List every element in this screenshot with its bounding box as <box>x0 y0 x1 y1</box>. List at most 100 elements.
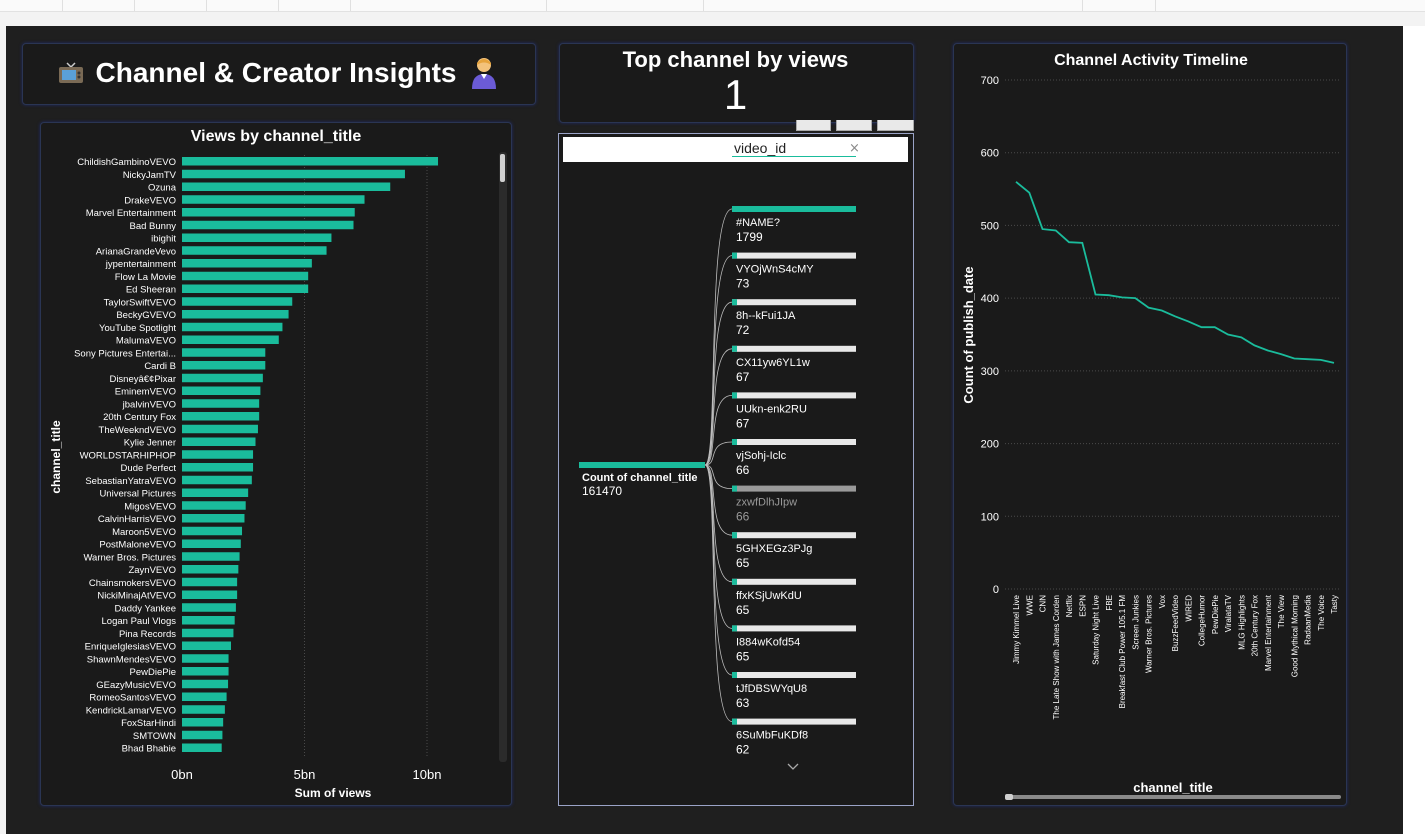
bar-category-label: Maroon5VEVO <box>112 527 176 538</box>
bar[interactable] <box>182 157 439 166</box>
bar[interactable] <box>182 195 365 204</box>
bar[interactable] <box>182 169 405 179</box>
tree-node-bar[interactable] <box>732 439 856 445</box>
bar[interactable] <box>182 628 234 638</box>
tree-node-bar[interactable] <box>732 252 856 259</box>
line-chart-y-tick: 600 <box>981 148 999 160</box>
bar[interactable] <box>182 501 246 510</box>
bar[interactable] <box>182 335 279 345</box>
bar[interactable] <box>182 488 249 498</box>
bar[interactable] <box>182 475 252 485</box>
kpi-title: Top channel by views <box>622 47 849 72</box>
tree-node-value: 1799 <box>736 230 763 244</box>
tree-root-label: Count of channel_title <box>582 472 698 484</box>
bar-chart-scrollbar-track[interactable] <box>499 152 507 762</box>
line-category-label: CNN <box>1039 595 1048 613</box>
line-chart-xlabel: channel_title <box>1133 780 1212 795</box>
bar[interactable] <box>182 310 289 319</box>
bar-category-label: Flow La Movie <box>115 272 176 283</box>
bar[interactable] <box>182 667 229 676</box>
bar[interactable] <box>182 718 224 727</box>
tree-link <box>704 301 733 466</box>
bar-category-label: RomeoSantosVEVO <box>89 693 176 704</box>
bar-category-label: jypentertainment <box>105 259 177 270</box>
bar[interactable] <box>182 539 241 549</box>
bar[interactable] <box>182 424 258 434</box>
tree-node-fill <box>732 252 737 259</box>
bar[interactable] <box>182 259 312 268</box>
line-category-label: Tasty <box>1330 595 1339 614</box>
tree-node-bar[interactable] <box>732 625 856 632</box>
bar[interactable] <box>182 654 229 663</box>
visual-header-button[interactable] <box>877 120 914 131</box>
bar[interactable] <box>182 692 227 702</box>
bar-category-label: 20th Century Fox <box>103 412 176 423</box>
bar[interactable] <box>182 412 260 421</box>
bar[interactable] <box>182 590 238 600</box>
bar[interactable] <box>182 322 283 332</box>
bar-category-label: Disneyâ€¢Pixar <box>109 374 176 385</box>
bar[interactable] <box>182 565 239 574</box>
bar[interactable] <box>182 233 332 243</box>
person-icon <box>472 58 497 89</box>
bar-category-label: ZaynVEVO <box>128 565 176 576</box>
bar[interactable] <box>182 743 222 753</box>
bar[interactable] <box>182 182 391 192</box>
bar[interactable] <box>182 679 229 689</box>
bar-category-label: KendrickLamarVEVO <box>86 705 176 716</box>
line-category-label: Screen Junkies <box>1131 595 1140 650</box>
bar[interactable] <box>182 616 235 625</box>
line-chart-scrollbar-track[interactable] <box>1005 795 1341 799</box>
bar[interactable] <box>182 399 260 408</box>
bar[interactable] <box>182 284 309 294</box>
bar[interactable] <box>182 348 266 357</box>
tree-node-bar[interactable] <box>732 718 856 725</box>
visual-header-button[interactable] <box>836 120 872 131</box>
bar-category-label: jbalvinVEVO <box>122 399 176 410</box>
visual-header-button[interactable] <box>796 120 831 131</box>
bar[interactable] <box>182 246 327 255</box>
bar[interactable] <box>182 271 309 281</box>
bar[interactable] <box>182 514 245 523</box>
tree-root-bar[interactable] <box>579 462 705 468</box>
bar-chart-ylabel: channel_title <box>49 420 63 494</box>
line-chart-title: Channel Activity Timeline <box>1054 52 1248 69</box>
tree-node-bar[interactable] <box>732 206 856 212</box>
bar-category-label: Kylie Jenner <box>124 438 176 449</box>
tree-node-bar[interactable] <box>732 392 856 399</box>
tree-node-fill <box>732 625 737 632</box>
tree-node-bar[interactable] <box>732 672 856 678</box>
tree-node-bar[interactable] <box>732 299 856 306</box>
tree-node-bar[interactable] <box>732 578 856 585</box>
bar[interactable] <box>182 730 223 740</box>
bar[interactable] <box>182 208 355 217</box>
tree-node-bar[interactable] <box>732 345 856 352</box>
line-series-path <box>1015 181 1335 364</box>
bar[interactable] <box>182 220 354 230</box>
bar[interactable] <box>182 577 238 587</box>
bar[interactable] <box>182 552 240 561</box>
chevron-down-icon[interactable] <box>787 763 799 770</box>
tree-node-bar[interactable] <box>732 532 856 539</box>
bar[interactable] <box>182 603 236 612</box>
kpi-top-channel: Top channel by views 1 <box>559 43 912 121</box>
bar[interactable] <box>182 463 254 472</box>
bar[interactable] <box>182 297 293 306</box>
bar[interactable] <box>182 641 231 651</box>
bar-category-label: EnriqueIglesiasVEVO <box>85 642 176 653</box>
line-chart-scrollbar-handle[interactable] <box>1005 794 1013 800</box>
bar[interactable] <box>182 361 266 370</box>
bar-chart-scrollbar-thumb[interactable] <box>500 154 505 182</box>
bar[interactable] <box>182 386 261 396</box>
tree-node-value: 65 <box>736 649 750 663</box>
bar[interactable] <box>182 526 243 536</box>
bar-category-label: PewDiePie <box>130 667 176 678</box>
bar[interactable] <box>182 437 256 447</box>
bar[interactable] <box>182 705 225 714</box>
bar[interactable] <box>182 450 254 459</box>
bar[interactable] <box>182 373 263 383</box>
bar-category-label: Pina Records <box>119 629 176 640</box>
tree-node-bar[interactable] <box>732 485 856 492</box>
tree-node-value: 63 <box>736 696 750 710</box>
tree-node-fill <box>732 718 737 725</box>
